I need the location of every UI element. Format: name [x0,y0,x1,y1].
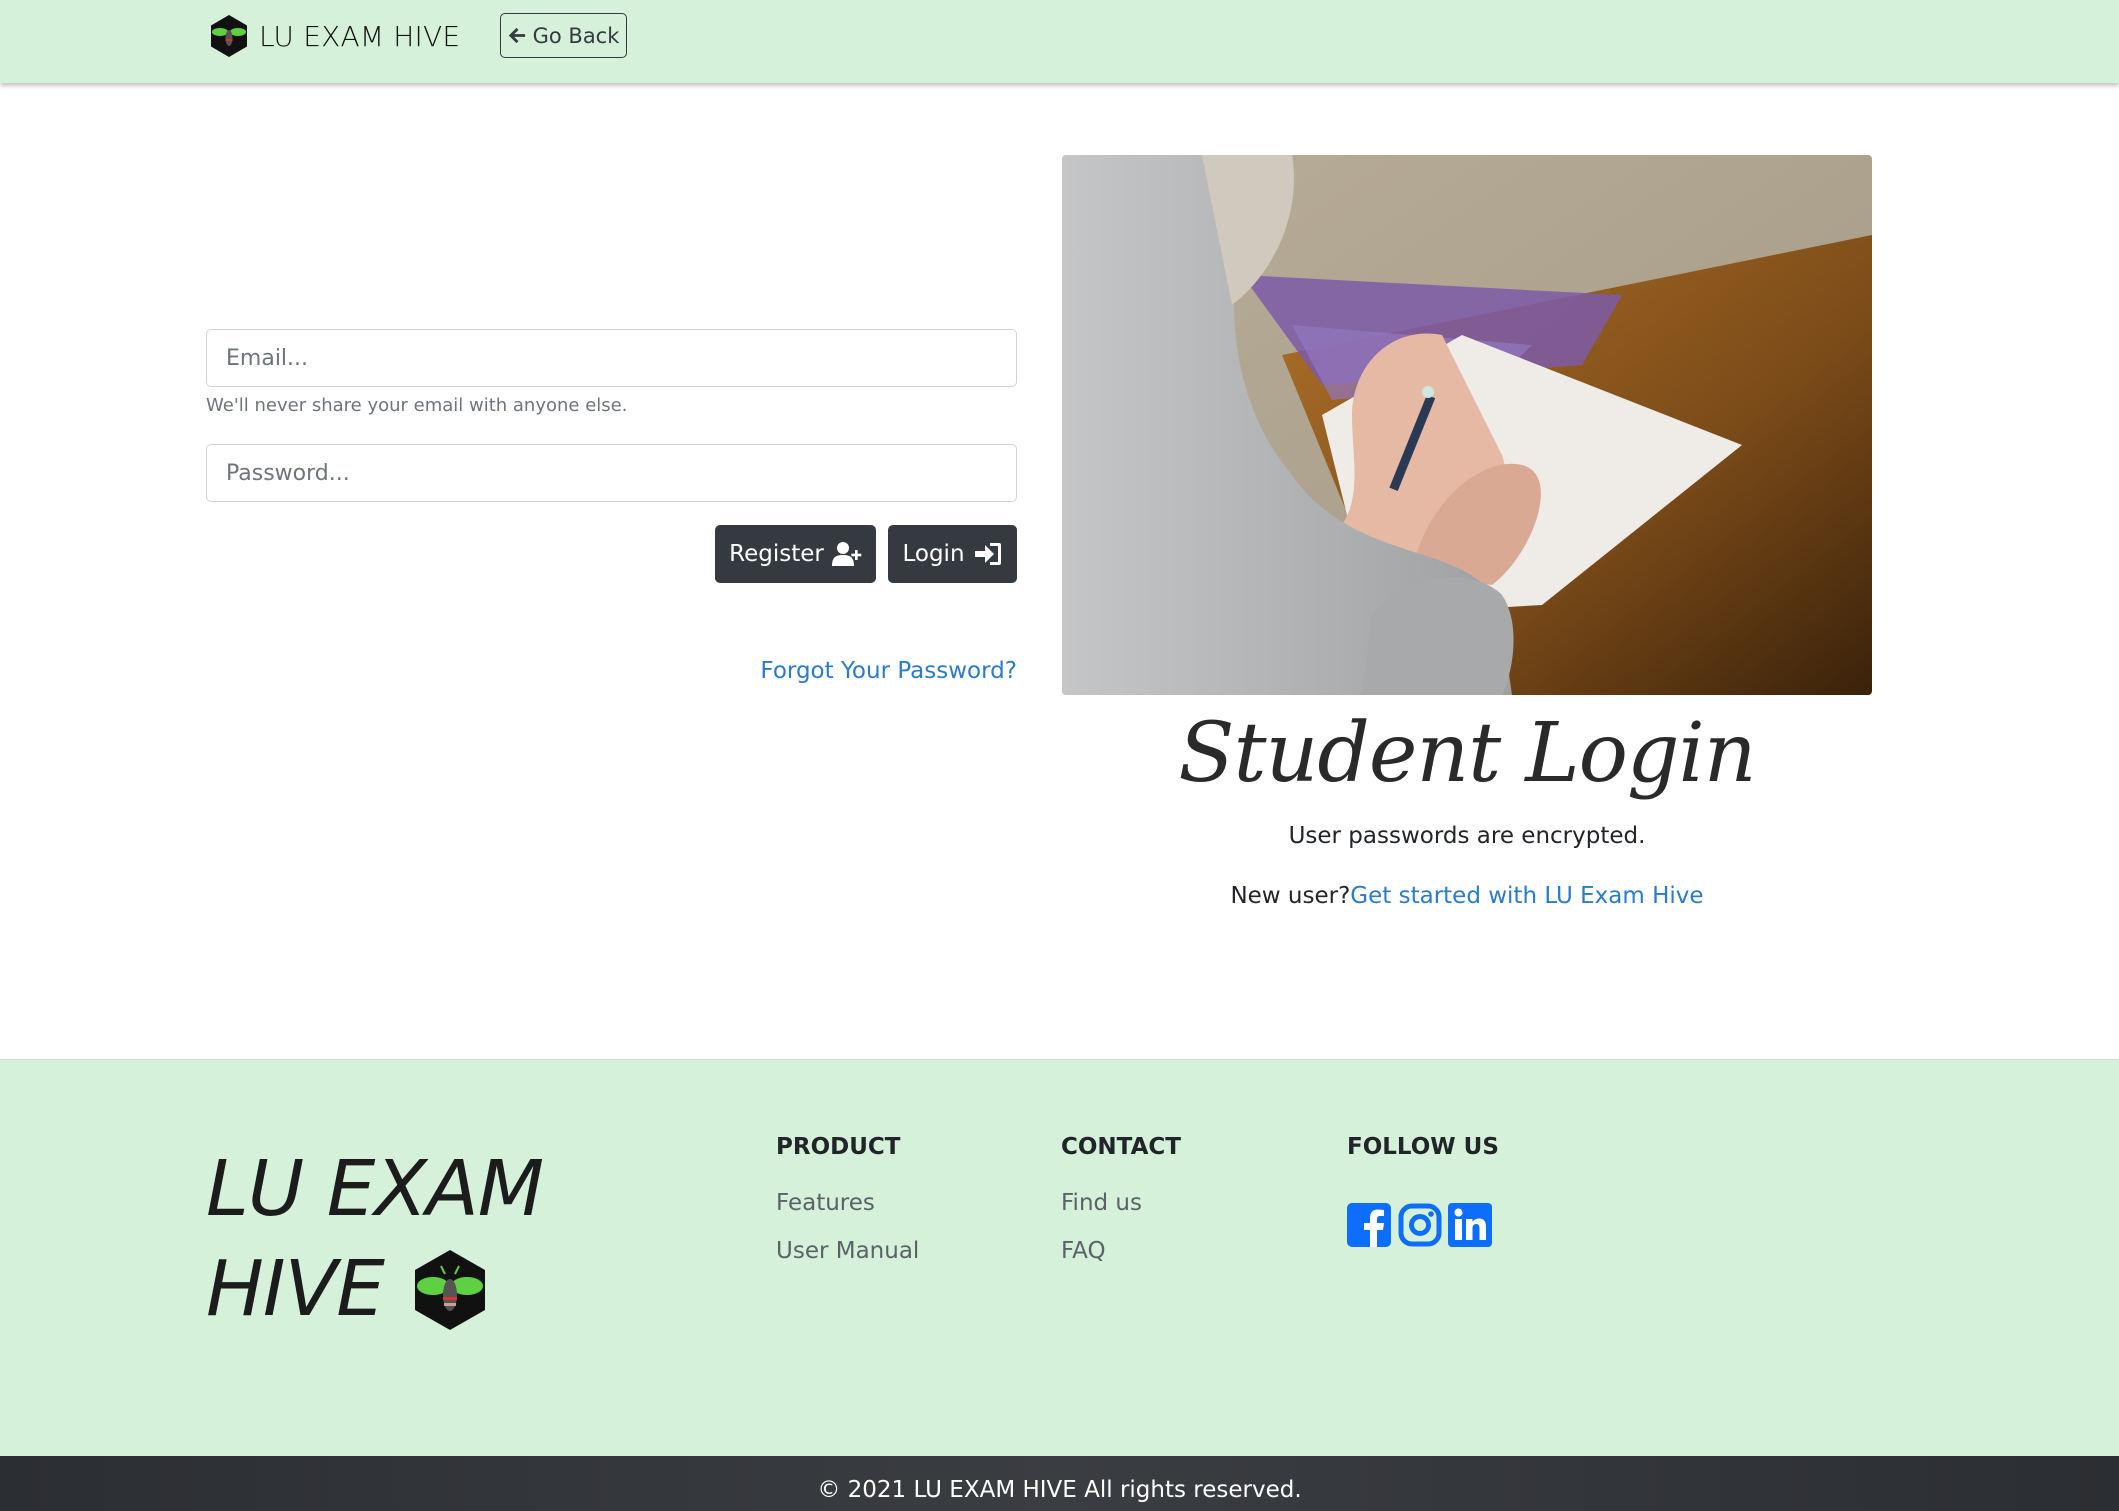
login-label: Login [902,541,965,567]
top-navbar: LU EXAM HIVE Go Back [0,0,2119,83]
go-back-label: Go Back [532,23,620,48]
sign-in-icon [974,543,1001,565]
new-user-text: New user? [1230,883,1351,909]
brand-name: LU EXAM HIVE [259,19,461,53]
find-us-link[interactable]: Find us [1061,1190,1142,1216]
arrow-left-icon [508,27,525,44]
email-input[interactable] [206,329,1017,387]
product-heading: PRODUCT [776,1134,901,1160]
forgot-password-link[interactable]: Forgot Your Password? [760,658,1017,684]
page-title: Student Login [1178,706,1756,801]
faq-link[interactable]: FAQ [1061,1238,1106,1264]
login-button[interactable]: Login [888,525,1017,583]
password-input[interactable] [206,444,1017,502]
footer-brand-line1: LU EXAM [206,1145,544,1234]
encryption-note: User passwords are encrypted. [1288,823,1646,849]
new-user-line: New user?Get started with LU Exam Hive [1062,883,1872,909]
facebook-icon[interactable] [1347,1203,1391,1247]
bee-logo-icon [211,15,247,57]
bee-logo-icon [414,1250,485,1330]
features-link[interactable]: Features [776,1190,875,1216]
register-label: Register [729,541,824,567]
get-started-link[interactable]: Get started with LU Exam Hive [1350,883,1703,909]
footer-brand-line2: HIVE [206,1245,385,1334]
user-plus-icon [831,542,862,566]
email-help-text: We'll never share your email with anyone… [206,395,628,416]
instagram-icon[interactable] [1398,1203,1442,1247]
register-button[interactable]: Register [715,525,876,583]
footer-brand: LU EXAM HIVE [206,1140,544,1340]
go-back-button[interactable]: Go Back [500,13,627,58]
copyright-bar: © 2021 LU EXAM HIVE All rights reserved. [0,1456,2119,1511]
student-writing-photo [1062,155,1872,695]
follow-us-heading: FOLLOW US [1347,1134,1499,1160]
brand-link[interactable]: LU EXAM HIVE [209,14,460,58]
linkedin-icon[interactable] [1448,1203,1492,1247]
contact-heading: CONTACT [1061,1134,1181,1160]
footer-brand-row: HIVE [206,1240,543,1340]
user-manual-link[interactable]: User Manual [776,1238,919,1264]
